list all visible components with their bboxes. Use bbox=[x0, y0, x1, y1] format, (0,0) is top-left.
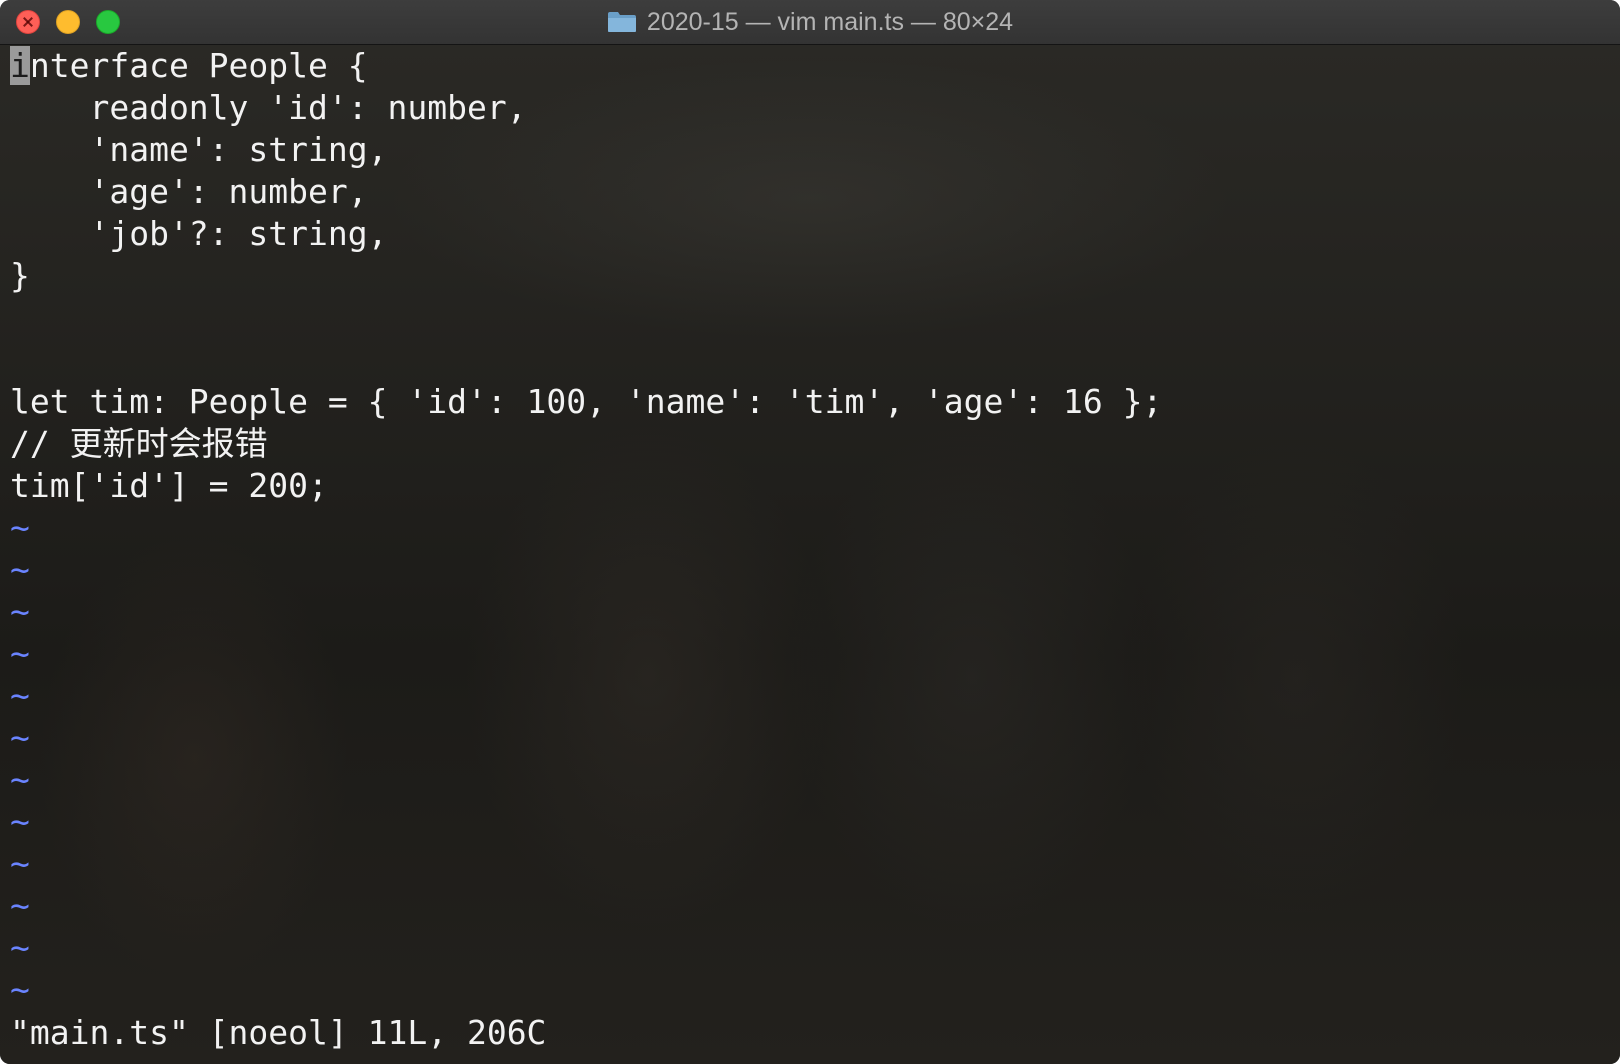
code-line[interactable]: tim['id'] = 200; bbox=[10, 465, 1620, 507]
code-line[interactable]: let tim: People = { 'id': 100, 'name': '… bbox=[10, 381, 1620, 423]
code-line[interactable]: 'name': string, bbox=[10, 129, 1620, 171]
window-title: 2020-15 — vim main.ts — 80×24 bbox=[646, 7, 1014, 36]
code-line[interactable]: interface People { bbox=[10, 45, 1620, 87]
code-line-text: nterface People { bbox=[29, 46, 368, 85]
code-line[interactable] bbox=[10, 297, 1620, 339]
folder-icon bbox=[607, 12, 636, 32]
empty-line-tilde: ~ bbox=[10, 676, 30, 715]
code-line[interactable] bbox=[10, 339, 1620, 381]
empty-line-tilde: ~ bbox=[10, 970, 30, 1009]
code-line[interactable]: // 更新时会报错 bbox=[10, 423, 1620, 465]
empty-line-tilde: ~ bbox=[10, 634, 30, 673]
code-line[interactable]: } bbox=[10, 255, 1620, 297]
empty-line-tilde: ~ bbox=[10, 802, 30, 841]
empty-line-tilde: ~ bbox=[10, 718, 30, 757]
vim-buffer[interactable]: interface People { readonly 'id': number… bbox=[10, 45, 1620, 1011]
code-line[interactable]: 'age': number, bbox=[10, 171, 1620, 213]
terminal-viewport[interactable]: interface People { readonly 'id': number… bbox=[0, 45, 1620, 1064]
vim-status-line: "main.ts" [noeol] 11L, 206C bbox=[10, 1013, 547, 1052]
cursor: i bbox=[10, 46, 30, 85]
empty-line-tilde: ~ bbox=[10, 760, 30, 799]
empty-line-tilde: ~ bbox=[10, 550, 30, 589]
title-bar[interactable]: 2020-15 — vim main.ts — 80×24 bbox=[0, 0, 1620, 45]
empty-line-tilde: ~ bbox=[10, 886, 30, 925]
empty-line-tilde: ~ bbox=[10, 844, 30, 883]
empty-line-tilde: ~ bbox=[10, 508, 30, 547]
code-line[interactable]: 'job'?: string, bbox=[10, 213, 1620, 255]
terminal-window: 2020-15 — vim main.ts — 80×24 interface … bbox=[0, 0, 1620, 1064]
code-line[interactable]: readonly 'id': number, bbox=[10, 87, 1620, 129]
empty-line-tilde: ~ bbox=[10, 928, 30, 967]
window-title-area: 2020-15 — vim main.ts — 80×24 bbox=[0, 0, 1620, 44]
empty-line-tilde: ~ bbox=[10, 592, 30, 631]
